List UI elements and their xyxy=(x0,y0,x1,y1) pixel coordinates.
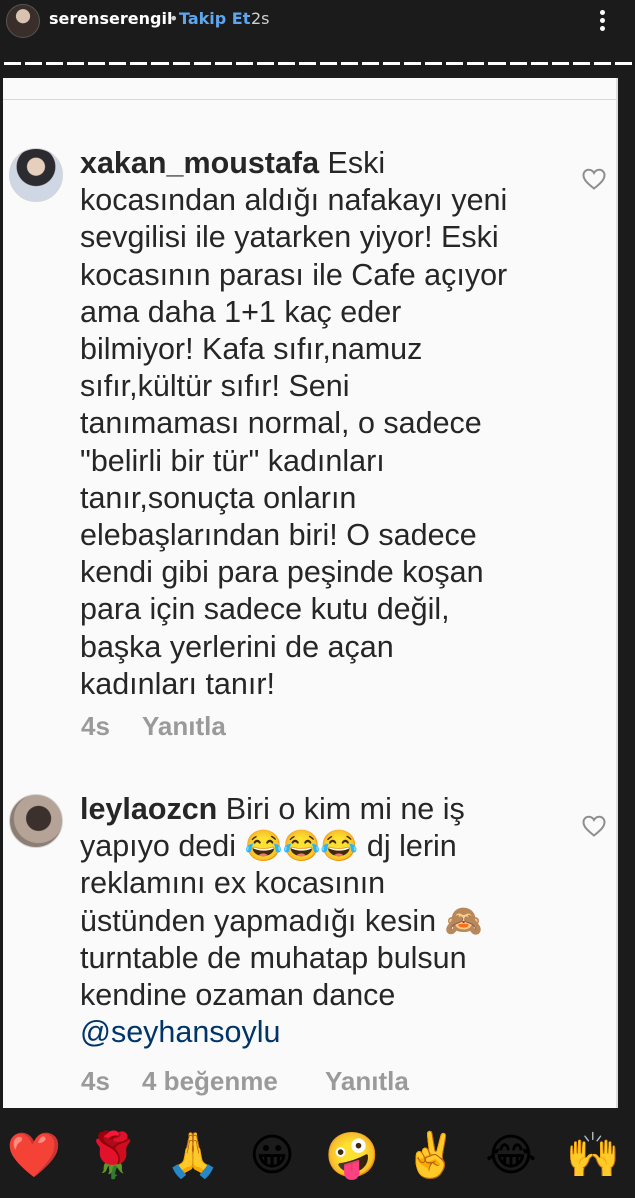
follow-button[interactable]: Takip Et xyxy=(179,9,250,28)
story-header: serenserengil • Takip Et 2s xyxy=(0,0,635,80)
progress-segment xyxy=(341,62,359,65)
comment-text: xakan_moustafa Eski kocasından aldığı na… xyxy=(80,145,550,703)
mention-link[interactable]: @seyhansoylu xyxy=(80,1015,281,1049)
heart-outline-icon[interactable] xyxy=(582,815,606,837)
grinning-face-icon[interactable]: 😀 xyxy=(242,1124,302,1188)
tears-of-joy-icon[interactable]: 😂 xyxy=(481,1124,541,1188)
progress-segment xyxy=(530,62,548,65)
story-avatar[interactable] xyxy=(6,4,40,38)
progress-segment xyxy=(404,62,422,65)
progress-segment xyxy=(25,62,43,65)
progress-segment xyxy=(551,62,569,65)
comment-time: 4s xyxy=(81,1066,110,1096)
quick-reactions: ❤️ 🌹 🙏 😀 🤪 ✌️ 😂 🙌 xyxy=(0,1124,635,1198)
progress-segment xyxy=(509,62,527,65)
progress-segment xyxy=(319,62,337,65)
progress-segment xyxy=(214,62,232,65)
rose-icon[interactable]: 🌹 xyxy=(83,1124,143,1188)
folded-hands-icon[interactable]: 🙏 xyxy=(163,1124,223,1188)
progress-segment xyxy=(467,62,485,65)
progress-segment xyxy=(572,62,590,65)
progress-segment xyxy=(446,62,464,65)
progress-segment xyxy=(298,62,316,65)
progress-segment xyxy=(383,62,401,65)
progress-segment xyxy=(488,62,506,65)
raising-hands-icon[interactable]: 🙌 xyxy=(563,1124,623,1188)
progress-segment xyxy=(256,62,274,65)
reply-button[interactable]: Yanıtla xyxy=(325,1066,409,1097)
comment-body: Eski kocasından aldığı nafakayı yeni sev… xyxy=(80,146,508,701)
progress-segment xyxy=(614,62,632,65)
progress-segment xyxy=(235,62,253,65)
progress-segment xyxy=(67,62,85,65)
zany-face-icon[interactable]: 🤪 xyxy=(322,1124,382,1188)
comments-screenshot: xakan_moustafa Eski kocasından aldığı na… xyxy=(3,78,618,1108)
avatar[interactable] xyxy=(9,794,63,848)
progress-segment xyxy=(151,62,169,65)
story-username[interactable]: serenserengil xyxy=(49,9,172,28)
comment-username[interactable]: leylaozcn xyxy=(80,792,217,826)
red-heart-icon[interactable]: ❤️ xyxy=(4,1124,64,1188)
progress-segment xyxy=(172,62,190,65)
progress-segment xyxy=(109,62,127,65)
victory-hand-icon[interactable]: ✌️ xyxy=(401,1124,461,1188)
more-vertical-icon[interactable] xyxy=(600,10,606,32)
progress-segment xyxy=(277,62,295,65)
reply-button[interactable]: Yanıtla xyxy=(142,711,226,742)
heart-outline-icon[interactable] xyxy=(582,168,606,190)
comment-username[interactable]: xakan_moustafa xyxy=(80,146,319,180)
progress-segment xyxy=(4,62,22,65)
story-time: 2s xyxy=(251,9,270,28)
progress-segment xyxy=(362,62,380,65)
like-count[interactable]: 4 beğenme xyxy=(142,1066,278,1097)
progress-segment xyxy=(425,62,443,65)
comment-text: leylaozcn Biri o kim mi ne iş yapıyo ded… xyxy=(80,791,550,1051)
progress-segment xyxy=(88,62,106,65)
progress-segment xyxy=(593,62,611,65)
separator-dot: • xyxy=(169,9,179,28)
comment-time: 4s xyxy=(81,711,110,741)
progress-segment xyxy=(130,62,148,65)
progress-segment xyxy=(46,62,64,65)
progress-segment xyxy=(193,62,211,65)
avatar[interactable] xyxy=(9,148,63,202)
divider xyxy=(3,99,616,100)
story-progress-bar xyxy=(4,62,632,66)
